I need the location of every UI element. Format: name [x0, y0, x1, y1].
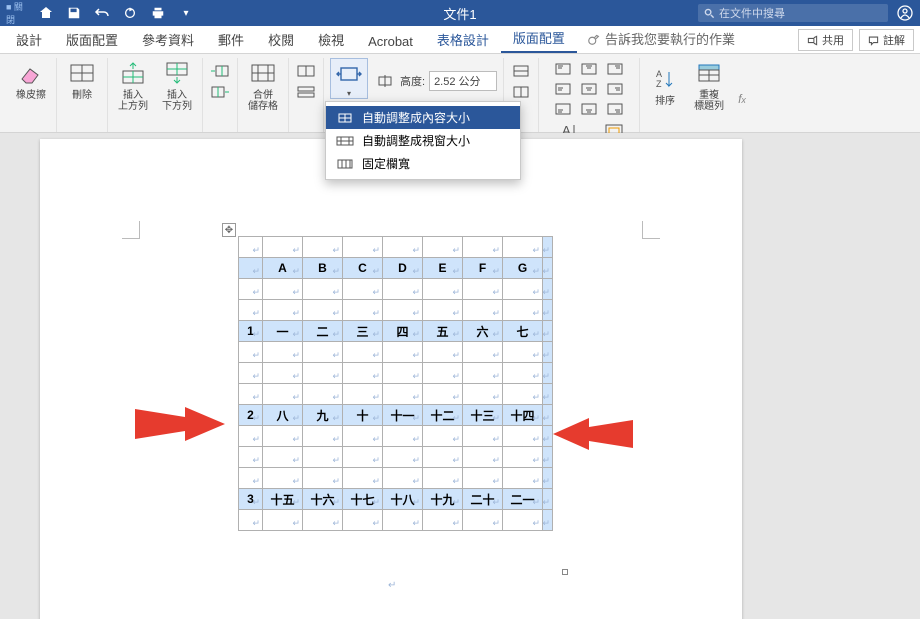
tab-review[interactable]: 校閱: [256, 25, 306, 53]
sort-button[interactable]: AZ 排序: [646, 64, 684, 107]
fixed-width-icon: [336, 157, 354, 171]
table-row: 1↵ 一↵ 二↵ 三↵ 四↵ 五↵ 六↵ 七↵ ↵: [239, 321, 553, 342]
dist-cols-icon[interactable]: [510, 83, 532, 101]
dist-rows-icon[interactable]: [510, 62, 532, 80]
insert-row-above-button[interactable]: 插入 上方列: [114, 58, 152, 112]
table-move-handle[interactable]: ✥: [222, 223, 236, 237]
table-row: ↵↵↵↵↵↵↵↵↵: [239, 384, 553, 405]
table-row: ↵↵↵↵↵↵↵↵↵: [239, 468, 553, 489]
table-row: ↵↵↵↵↵↵↵↵↵: [239, 279, 553, 300]
table-resize-handle[interactable]: [562, 569, 568, 575]
margin-corner-tr: [642, 221, 660, 239]
align-tl-icon[interactable]: [552, 60, 574, 78]
print-icon[interactable]: [146, 2, 170, 24]
annotation-arrow-right: [553, 411, 633, 457]
page: ✥ ↵↵↵↵↵↵↵↵↵ ↵ A↵ B↵ C↵ D↵ E↵ F↵ G↵ ↵ ↵↵↵…: [40, 139, 742, 619]
align-bl-icon[interactable]: [552, 100, 574, 118]
autofit-button[interactable]: ▾: [330, 58, 368, 99]
search-box[interactable]: 在文件中搜尋: [698, 4, 888, 22]
eraser-button[interactable]: 橡皮擦: [12, 58, 50, 101]
table-row: ↵↵↵↵↵↵↵↵↵: [239, 510, 553, 531]
autofit-contents-item[interactable]: 自動調整成內容大小: [326, 106, 520, 129]
autofit-window-item[interactable]: 自動調整成視窗大小: [326, 129, 520, 152]
save-icon[interactable]: [62, 2, 86, 24]
tell-me[interactable]: 告訴我您要執行的作業: [577, 24, 745, 53]
comments-button[interactable]: 註解: [859, 29, 914, 51]
align-br-icon[interactable]: [604, 100, 626, 118]
redo-icon[interactable]: [118, 2, 142, 24]
tab-view[interactable]: 檢視: [306, 25, 356, 53]
merge-cells-button[interactable]: 合併 儲存格: [244, 58, 282, 112]
svg-text:A: A: [656, 69, 662, 79]
table-row: ↵↵↵↵↵↵↵↵↵: [239, 363, 553, 384]
qat-more-icon[interactable]: ▾: [174, 2, 198, 24]
tab-design[interactable]: 設計: [4, 25, 54, 53]
align-tr-icon[interactable]: [604, 60, 626, 78]
fixed-width-item[interactable]: 固定欄寬: [326, 152, 520, 175]
tab-table-design[interactable]: 表格設計: [425, 25, 501, 53]
align-ml-icon[interactable]: [552, 80, 574, 98]
document-table[interactable]: ↵↵↵↵↵↵↵↵↵ ↵ A↵ B↵ C↵ D↵ E↵ F↵ G↵ ↵ ↵↵↵↵↵…: [238, 236, 553, 531]
home-icon[interactable]: [34, 2, 58, 24]
repeat-header-button[interactable]: 重複 標題列: [690, 58, 728, 112]
margin-corner-tl: [122, 221, 140, 239]
split-cells-icon[interactable]: [295, 62, 317, 80]
align-mr-icon[interactable]: [604, 80, 626, 98]
autofit-contents-icon: [336, 111, 354, 125]
tab-mailings[interactable]: 郵件: [206, 25, 256, 53]
paragraph-mark: ↵: [388, 580, 396, 591]
split-table-icon[interactable]: [295, 83, 317, 101]
undo-icon[interactable]: [90, 2, 114, 24]
table-row: ↵ A↵ B↵ C↵ D↵ E↵ F↵ G↵ ↵: [239, 258, 553, 279]
autofit-window-icon: [336, 134, 354, 148]
tab-acrobat[interactable]: Acrobat: [356, 29, 425, 53]
insert-row-below-button[interactable]: 插入 下方列: [158, 58, 196, 112]
share-button[interactable]: 共用: [798, 29, 853, 51]
ribbon-tabs: 設計 版面配置 參考資料 郵件 校閱 檢視 Acrobat 表格設計 版面配置 …: [0, 26, 920, 54]
height-label: 高度:: [400, 73, 425, 89]
search-placeholder: 在文件中搜尋: [719, 5, 785, 21]
svg-text:Z: Z: [656, 79, 662, 89]
table-row: ↵↵↵↵↵↵↵↵↵: [239, 237, 553, 258]
table-row: 3↵ 十五↵ 十六↵ 十七↵ 十八↵ 十九↵ 二十↵ 二一↵ ↵: [239, 489, 553, 510]
row-height-input[interactable]: 2.52 公分: [429, 71, 497, 91]
table-row: ↵↵↵↵↵↵↵↵↵: [239, 447, 553, 468]
tab-table-layout[interactable]: 版面配置: [501, 23, 577, 53]
autofit-dropdown: 自動調整成內容大小 自動調整成視窗大小 固定欄寬: [325, 101, 521, 180]
title-bar: ■ 關閉 ▾ 文件1 在文件中搜尋: [0, 0, 920, 26]
table-row: ↵↵↵↵↵↵↵↵↵: [239, 300, 553, 321]
table-row: 2↵ 八↵ 九↵ 十↵ 十一↵ 十二↵ 十三↵ 十四↵ ↵: [239, 405, 553, 426]
document-title: 文件1: [443, 4, 476, 23]
delete-button[interactable]: 刪除: [63, 58, 101, 101]
table-row: ↵↵↵↵↵↵↵↵↵: [239, 342, 553, 363]
insert-col-right-icon[interactable]: [209, 83, 231, 101]
align-bc-icon[interactable]: [578, 100, 600, 118]
logo-menu[interactable]: ■ 關閉: [6, 2, 30, 24]
tab-page-layout[interactable]: 版面配置: [54, 25, 130, 53]
insert-col-left-icon[interactable]: [209, 62, 231, 80]
align-tc-icon[interactable]: [578, 60, 600, 78]
user-icon[interactable]: [896, 4, 914, 22]
annotation-arrow-left: [135, 399, 225, 449]
row-height-icon: [374, 72, 396, 90]
table-row: ↵↵↵↵↵↵↵↵↵: [239, 426, 553, 447]
align-mc-icon[interactable]: [578, 80, 600, 98]
document-area: ✥ ↵↵↵↵↵↵↵↵↵ ↵ A↵ B↵ C↵ D↵ E↵ F↵ G↵ ↵ ↵↵↵…: [0, 133, 920, 619]
formula-button[interactable]: fx: [738, 92, 746, 106]
tab-references[interactable]: 參考資料: [130, 25, 206, 53]
